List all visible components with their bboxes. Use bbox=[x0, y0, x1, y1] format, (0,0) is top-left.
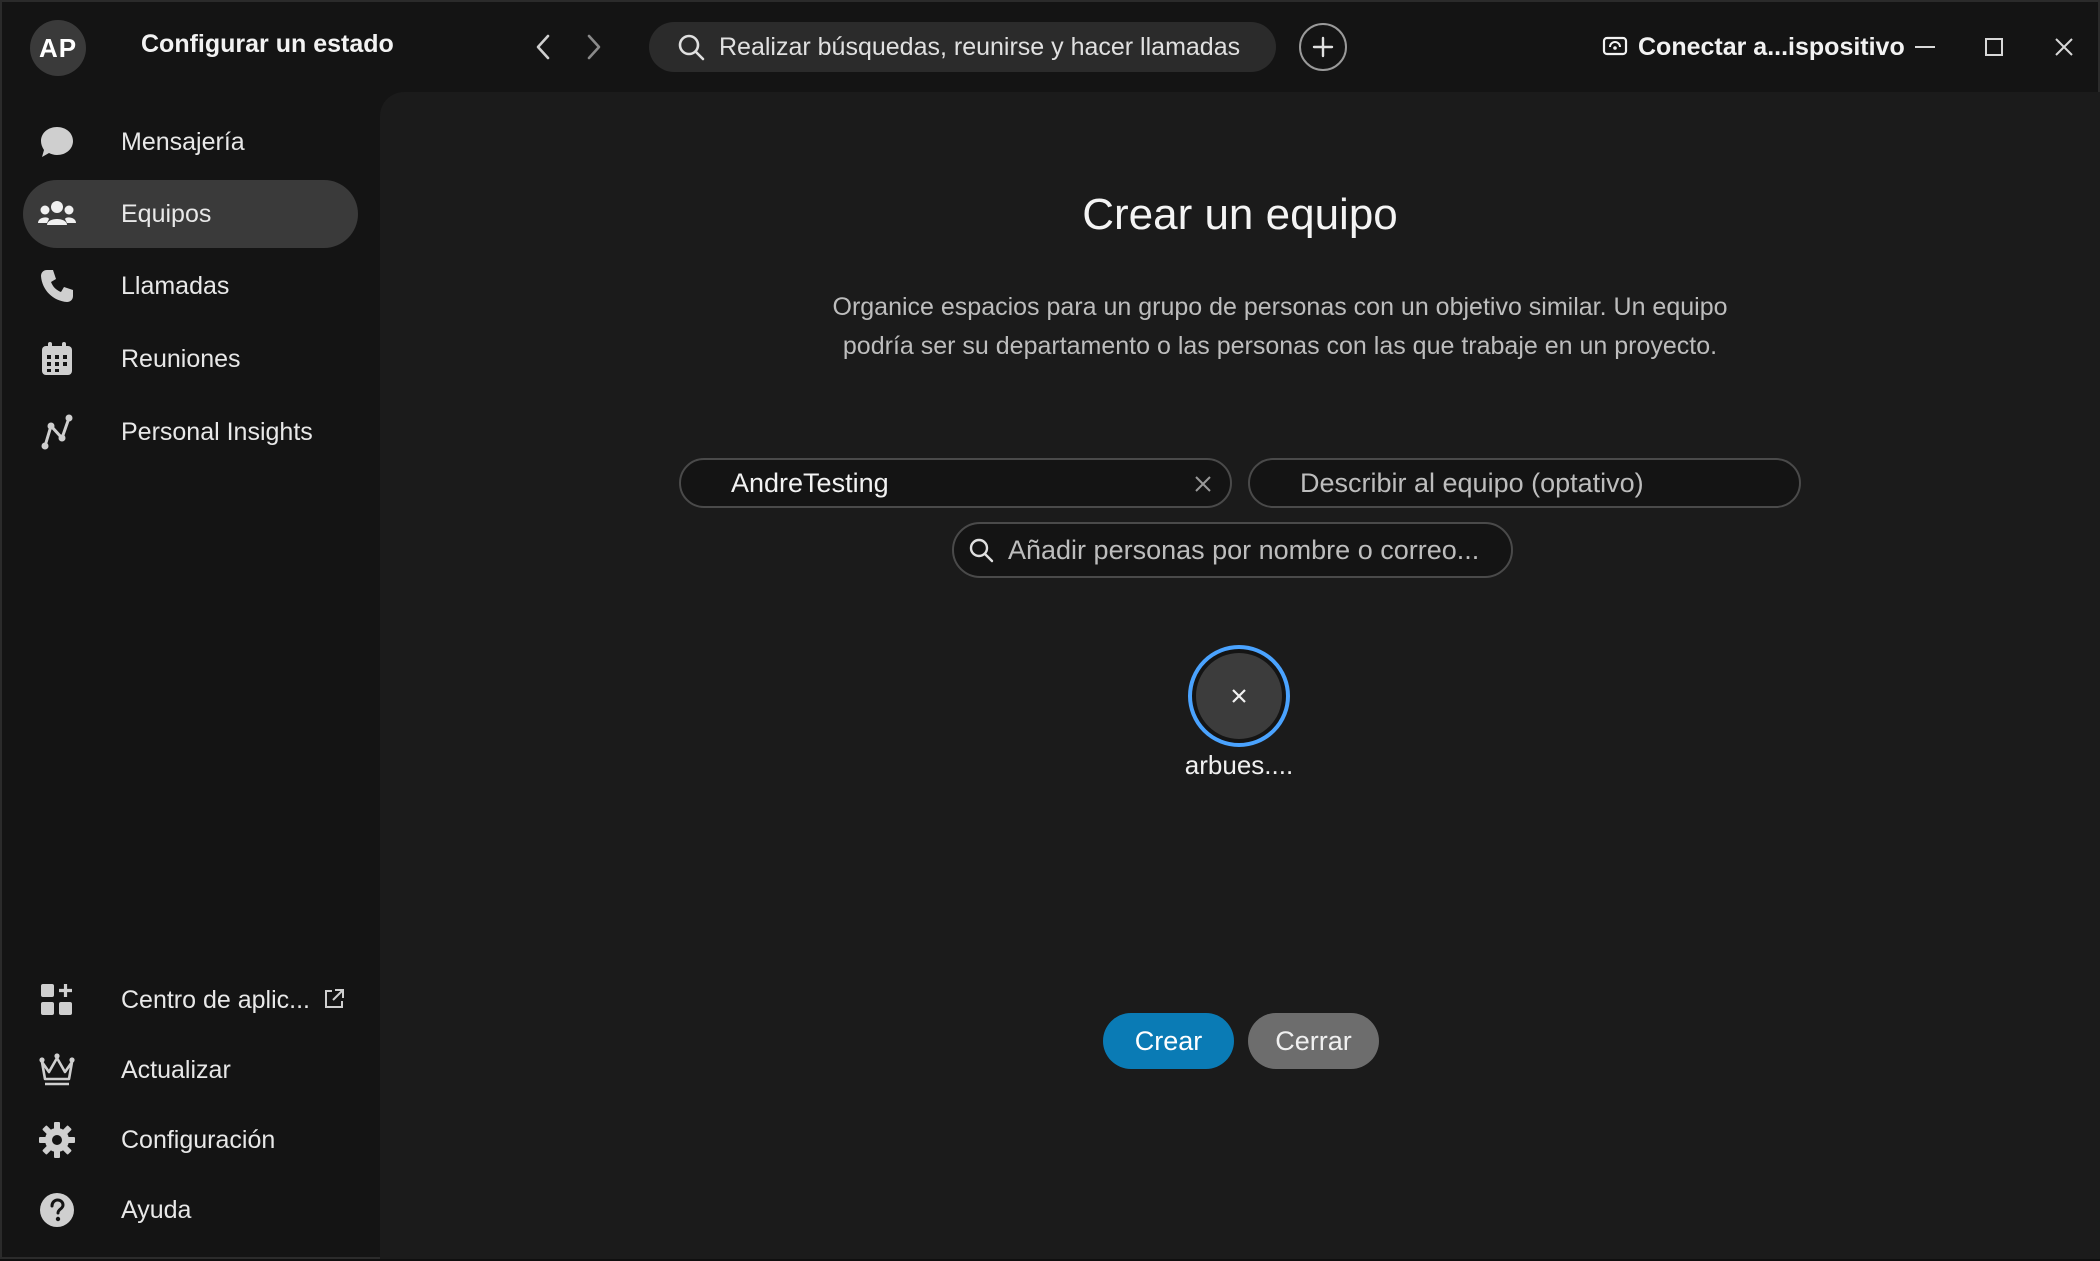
set-status-link[interactable]: Configurar un estado bbox=[141, 30, 394, 59]
sidebar-item-upgrade[interactable]: Actualizar bbox=[23, 1036, 358, 1104]
team-name-value: AndreTesting bbox=[731, 467, 889, 498]
close-button[interactable]: Cerrar bbox=[1248, 1013, 1379, 1069]
new-action-button[interactable] bbox=[1299, 23, 1347, 71]
sidebar-item-label: Personal Insights bbox=[121, 417, 313, 446]
crown-icon bbox=[37, 1050, 77, 1090]
search-icon bbox=[969, 538, 994, 563]
sidebar-item-label: Reuniones bbox=[121, 344, 241, 373]
phone-icon bbox=[37, 266, 77, 306]
sidebar-item-label: Configuración bbox=[121, 1125, 276, 1154]
page-description: Organice espacios para un grupo de perso… bbox=[832, 293, 1728, 360]
sidebar-item-calls[interactable]: Llamadas bbox=[23, 252, 358, 320]
team-name-field[interactable]: AndreTesting bbox=[679, 458, 1232, 508]
team-description-field[interactable]: Describir al equipo (optativo) bbox=[1248, 458, 1801, 508]
external-link-icon bbox=[323, 988, 345, 1015]
close-window-icon[interactable] bbox=[2041, 24, 2087, 70]
title-bar: AP Configurar un estado Realizar búsqued… bbox=[2, 2, 2100, 92]
selected-person-avatar bbox=[1188, 645, 1290, 747]
back-arrow-icon[interactable] bbox=[525, 28, 561, 66]
people-icon bbox=[37, 194, 77, 234]
app-window: AP Configurar un estado Realizar búsqued… bbox=[0, 0, 2100, 1259]
sidebar: Mensajería Equipos Llamadas Reuniones Pe bbox=[2, 92, 378, 1261]
sidebar-item-label: Ayuda bbox=[121, 1195, 192, 1224]
cast-device-icon bbox=[1602, 36, 1628, 56]
page-title: Crear un equipo bbox=[1082, 190, 1398, 239]
clear-icon[interactable] bbox=[1190, 471, 1216, 497]
calendar-icon bbox=[37, 339, 77, 379]
add-people-input[interactable]: Añadir personas por nombre o correo... bbox=[952, 522, 1513, 578]
search-placeholder: Realizar búsquedas, reunirse y hacer lla… bbox=[719, 32, 1241, 61]
close-icon bbox=[1232, 689, 1246, 703]
insights-icon bbox=[37, 412, 77, 452]
create-team-panel: Crear un equipo Organice espacios para u… bbox=[380, 92, 2100, 1259]
sidebar-item-settings[interactable]: Configuración bbox=[23, 1106, 358, 1174]
remove-person-button[interactable] bbox=[1196, 653, 1282, 739]
plus-icon bbox=[1312, 36, 1334, 58]
gear-icon bbox=[37, 1120, 77, 1160]
avatar[interactable]: AP bbox=[30, 20, 86, 76]
sidebar-item-messaging[interactable]: Mensajería bbox=[23, 108, 358, 176]
sidebar-item-teams[interactable]: Equipos bbox=[23, 180, 358, 248]
chat-bubble-icon bbox=[37, 122, 77, 162]
sidebar-item-help[interactable]: Ayuda bbox=[23, 1176, 358, 1244]
sidebar-item-label: Centro de aplic... bbox=[121, 985, 310, 1014]
selected-person-name: arbues.... bbox=[1184, 750, 1294, 780]
sidebar-item-app-hub[interactable]: Centro de aplic... bbox=[23, 966, 358, 1034]
team-description-placeholder: Describir al equipo (optativo) bbox=[1300, 467, 1644, 498]
global-search-bar[interactable]: Realizar búsquedas, reunirse y hacer lla… bbox=[649, 22, 1276, 72]
sidebar-item-label: Actualizar bbox=[121, 1055, 231, 1084]
add-people-placeholder: Añadir personas por nombre o correo... bbox=[1008, 534, 1480, 565]
sidebar-item-label: Equipos bbox=[121, 199, 212, 228]
sidebar-item-label: Llamadas bbox=[121, 271, 230, 300]
sidebar-item-personal-insights[interactable]: Personal Insights bbox=[23, 398, 358, 466]
minimize-icon[interactable] bbox=[1902, 24, 1948, 70]
connect-device-button[interactable]: Conectar a...ispositivo bbox=[1602, 28, 1905, 66]
create-button[interactable]: Crear bbox=[1103, 1013, 1234, 1069]
maximize-icon[interactable] bbox=[1971, 24, 2017, 70]
forward-arrow-icon[interactable] bbox=[576, 28, 612, 66]
search-icon bbox=[678, 34, 705, 61]
sidebar-item-meetings[interactable]: Reuniones bbox=[23, 325, 358, 393]
sidebar-item-label: Mensajería bbox=[121, 127, 245, 156]
help-icon bbox=[37, 1190, 77, 1230]
app-grid-icon bbox=[37, 980, 77, 1020]
connect-device-label: Conectar a...ispositivo bbox=[1638, 32, 1905, 61]
